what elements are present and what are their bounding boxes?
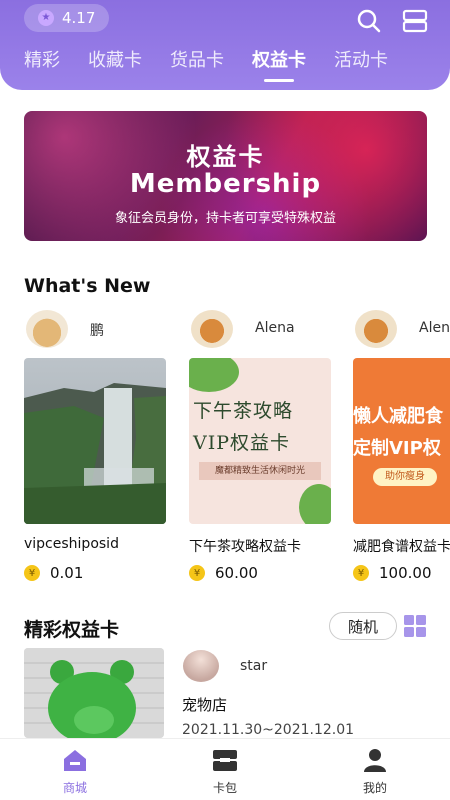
featured-date: 2021.11.30~2021.12.01 xyxy=(182,722,355,738)
bottom-nav: 商城 卡包 我的 xyxy=(0,738,450,800)
leaf-decoration xyxy=(299,484,331,524)
avatar xyxy=(26,310,68,348)
card-price: ¥ 100.00 xyxy=(353,564,432,582)
tab-goods-card[interactable]: 货品卡 xyxy=(156,46,238,80)
user-icon xyxy=(364,749,386,772)
featured-title: 宠物店 xyxy=(182,696,228,714)
featured-author: star xyxy=(240,658,268,674)
nav-label: 我的 xyxy=(362,781,387,795)
thumb-line-2: VIP权益卡 xyxy=(193,432,291,454)
card-title: 减肥食谱权益卡 xyxy=(353,539,450,555)
membership-banner[interactable]: 权益卡 Membership 象征会员身份，持卡者可享受特殊权益 xyxy=(24,111,427,241)
top-header: ★ 4.17 精彩 收藏卡 货品卡 权益卡 活动卡 xyxy=(0,0,450,90)
yen-coin-icon: ¥ xyxy=(189,565,205,581)
card-title: vipceshiposid xyxy=(24,536,119,552)
tab-collection-card[interactable]: 收藏卡 xyxy=(74,46,156,80)
category-tabs: 精彩 收藏卡 货品卡 权益卡 活动卡 xyxy=(0,46,450,80)
tab-event-card[interactable]: 活动卡 xyxy=(320,46,402,80)
balance-chip[interactable]: ★ 4.17 xyxy=(24,4,110,32)
nav-label: 卡包 xyxy=(212,781,237,795)
featured-card-image[interactable] xyxy=(24,648,164,738)
yen-coin-icon: ¥ xyxy=(353,565,369,581)
card-price: ¥ 0.01 xyxy=(24,564,83,582)
card-author: Alen xyxy=(419,320,450,336)
tab-membership-card[interactable]: 权益卡 xyxy=(238,46,320,80)
thumb-line-1: 懒人减肥食 xyxy=(353,406,443,427)
banner-subtitle: Membership xyxy=(129,169,322,199)
thumb-line-3: 魔都精致生活休闲时光 xyxy=(199,462,321,480)
leaf-decoration xyxy=(189,358,239,392)
grid-view-icon[interactable] xyxy=(404,615,426,637)
thumb-line-3: 助你瘦身 xyxy=(373,468,437,486)
featured-heading: 精彩权益卡 xyxy=(24,619,120,641)
avatar xyxy=(183,650,219,682)
thumb-line-1: 下午茶攻略 xyxy=(193,400,294,422)
waterfall-image xyxy=(24,358,166,524)
balance-value: 4.17 xyxy=(62,9,96,27)
nav-profile[interactable]: 我的 xyxy=(300,739,450,800)
card-price: ¥ 60.00 xyxy=(189,564,258,582)
price-value: 100.00 xyxy=(379,564,432,582)
card-author: 鹏 xyxy=(90,323,104,339)
banner-title: 权益卡 xyxy=(186,143,265,171)
random-button[interactable]: 随机 xyxy=(329,612,397,640)
home-icon xyxy=(64,750,86,771)
whats-new-carousel[interactable]: 鹏 vipceshiposid ¥ 0.01 Alena 下午茶攻略 VIP权益… xyxy=(24,306,450,586)
tab-featured[interactable]: 精彩 xyxy=(0,46,74,80)
coin-icon: ★ xyxy=(38,10,54,26)
whats-new-heading: What's New xyxy=(24,275,151,297)
card-image xyxy=(24,358,166,524)
green-bear-image xyxy=(24,648,164,738)
nav-label: 商城 xyxy=(62,781,87,795)
avatar xyxy=(355,310,397,348)
price-value: 0.01 xyxy=(50,564,84,582)
yen-coin-icon: ¥ xyxy=(24,565,40,581)
card-image: 懒人减肥食 定制VIP权 助你瘦身 xyxy=(353,358,450,524)
card-title: 下午茶攻略权益卡 xyxy=(189,539,301,555)
price-value: 60.00 xyxy=(215,564,258,582)
nav-card-wallet[interactable]: 卡包 xyxy=(150,739,300,800)
card-author: Alena xyxy=(255,320,295,336)
banner-description: 象征会员身份，持卡者可享受特殊权益 xyxy=(114,211,336,226)
card-image: 下午茶攻略 VIP权益卡 魔都精致生活休闲时光 xyxy=(189,358,331,524)
search-icon[interactable] xyxy=(356,8,382,34)
thumb-line-2: 定制VIP权 xyxy=(353,438,441,459)
menu-icon[interactable] xyxy=(402,8,428,34)
wallet-icon xyxy=(213,750,237,771)
nav-mall[interactable]: 商城 xyxy=(0,739,150,800)
avatar xyxy=(191,310,233,348)
